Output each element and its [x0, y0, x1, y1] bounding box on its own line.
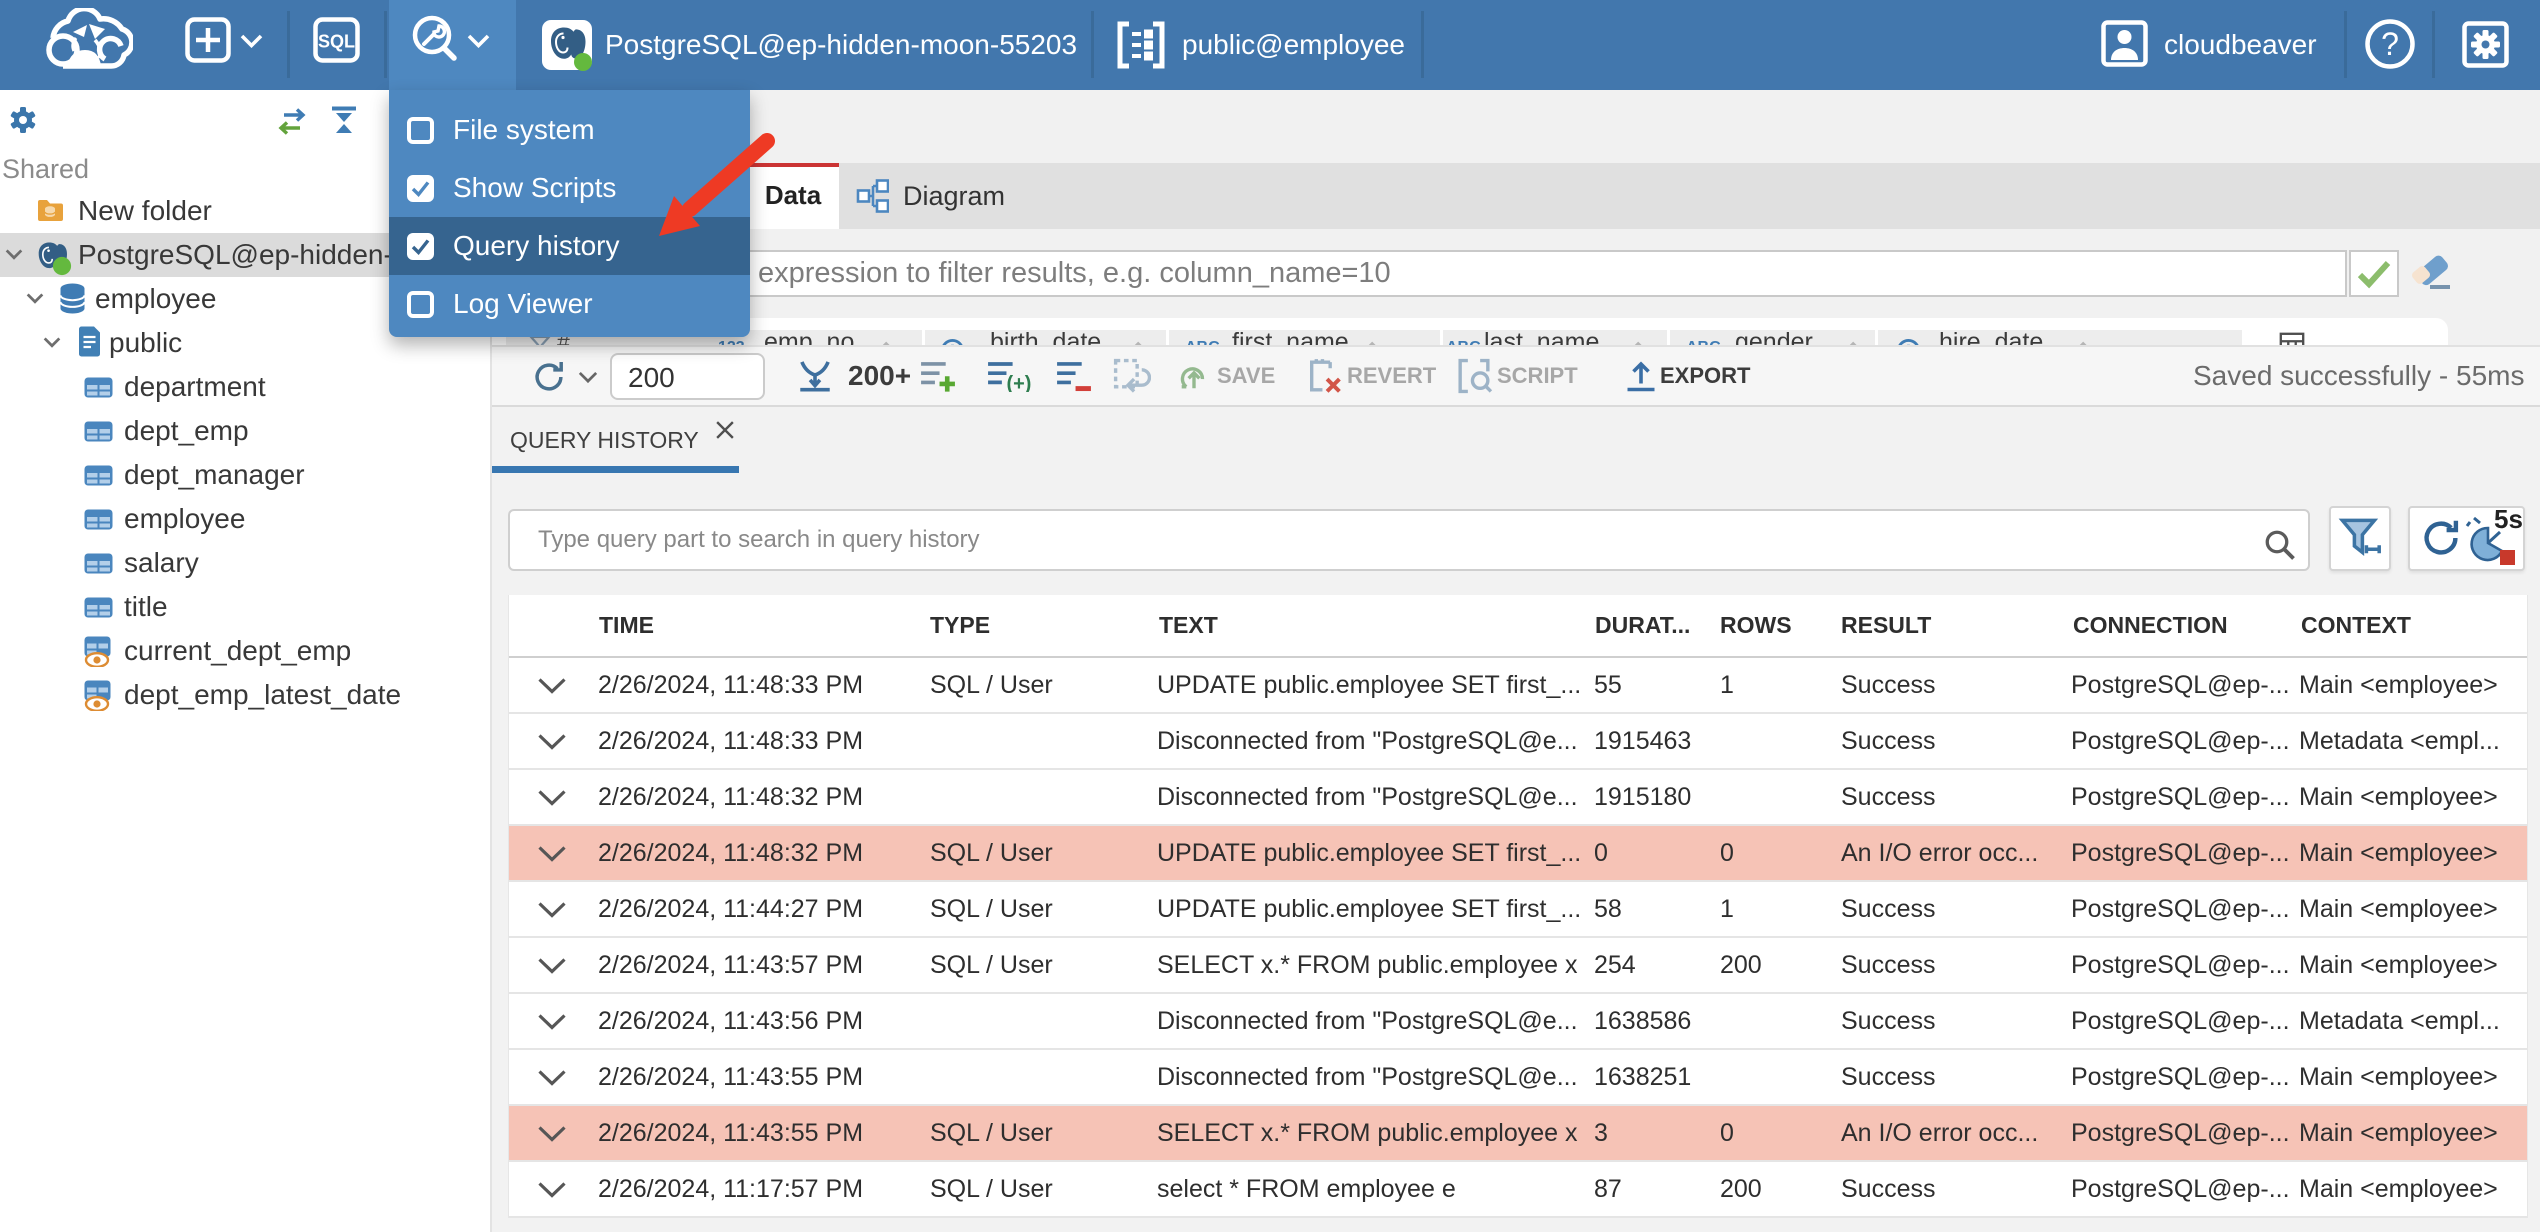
svg-text:?: ?: [2381, 26, 2399, 62]
svg-text:5s: 5s: [2494, 504, 2523, 534]
svg-text:(+): (+): [1006, 373, 1031, 392]
svg-text:SQL: SQL: [318, 32, 355, 52]
